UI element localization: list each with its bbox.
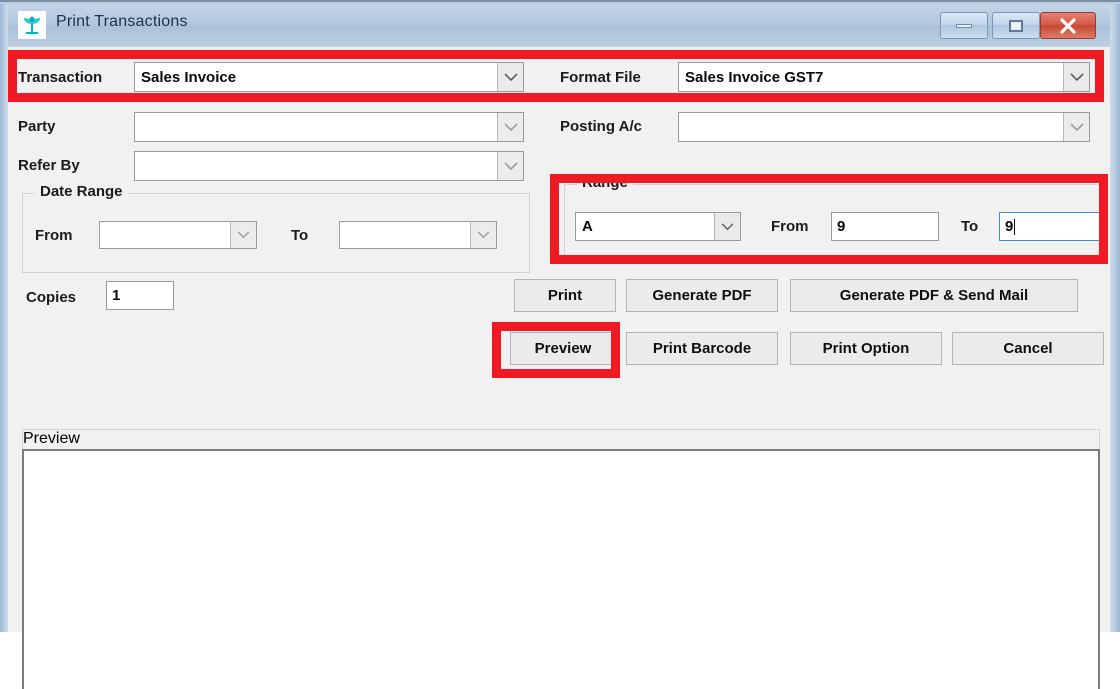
- chevron-down-icon[interactable]: [714, 213, 740, 240]
- date-range-to-label: To: [291, 227, 309, 244]
- range-series-value: A: [582, 218, 593, 235]
- format-file-combobox[interactable]: Sales Invoice GST7: [678, 62, 1090, 92]
- range-to-label: To: [961, 218, 979, 235]
- chevron-down-icon[interactable]: [1063, 113, 1089, 141]
- print-button-label: Print: [547, 287, 583, 304]
- minimize-icon: [956, 23, 972, 28]
- print-transactions-window: Print Transactions Transaction Sales Inv…: [0, 0, 1120, 689]
- text-caret: [1014, 218, 1016, 235]
- party-combobox[interactable]: [134, 112, 524, 142]
- print-barcode-button[interactable]: Print Barcode: [626, 332, 778, 365]
- chevron-down-icon[interactable]: [470, 222, 496, 248]
- copies-input[interactable]: 1: [106, 281, 174, 310]
- cancel-button[interactable]: Cancel: [952, 332, 1104, 365]
- date-range-from-label: From: [35, 227, 73, 244]
- format-file-value: Sales Invoice GST7: [685, 68, 824, 86]
- preview-surface[interactable]: [22, 449, 1100, 689]
- window-frame-left: [0, 4, 8, 632]
- range-groupbox: Range A From 9 To 9: [564, 174, 1107, 264]
- generate-pdf-button-label: Generate PDF: [652, 287, 752, 304]
- plant-sprout-icon: [18, 11, 46, 39]
- chevron-down-icon[interactable]: [497, 63, 523, 91]
- date-range-title: Date Range: [35, 183, 128, 200]
- print-option-button-label: Print Option: [822, 340, 910, 357]
- minimize-button[interactable]: [940, 12, 988, 39]
- range-title: Range: [577, 174, 633, 191]
- posting-ac-label: Posting A/c: [560, 118, 642, 135]
- range-to-input[interactable]: 9: [999, 212, 1107, 241]
- chevron-down-icon[interactable]: [230, 222, 256, 248]
- date-range-groupbox: Date Range From To: [22, 183, 530, 273]
- range-to-value: 9: [1005, 218, 1014, 235]
- range-from-input[interactable]: 9: [831, 212, 939, 241]
- refer-by-label: Refer By: [18, 157, 80, 174]
- copies-value: 1: [112, 287, 121, 304]
- refer-by-combobox[interactable]: [134, 151, 524, 181]
- generate-pdf-send-mail-button-label: Generate PDF & Send Mail: [839, 287, 1029, 304]
- chevron-down-icon[interactable]: [1063, 63, 1089, 91]
- preview-button-label: Preview: [534, 340, 592, 357]
- generate-pdf-send-mail-button[interactable]: Generate PDF & Send Mail: [790, 279, 1078, 312]
- date-range-to-combobox[interactable]: [339, 221, 497, 249]
- copies-label: Copies: [26, 289, 77, 306]
- preview-button[interactable]: Preview: [510, 332, 616, 365]
- cancel-button-label: Cancel: [1003, 340, 1053, 357]
- date-range-from-combobox[interactable]: [99, 221, 257, 249]
- close-button[interactable]: [1040, 12, 1096, 39]
- posting-ac-combobox[interactable]: [678, 112, 1090, 142]
- transaction-label: Transaction: [18, 69, 103, 86]
- print-button[interactable]: Print: [514, 279, 616, 312]
- party-label: Party: [18, 118, 56, 135]
- format-file-label: Format File: [560, 69, 641, 86]
- chevron-down-icon[interactable]: [497, 113, 523, 141]
- transaction-combobox[interactable]: Sales Invoice: [134, 62, 524, 92]
- range-from-value: 9: [837, 218, 846, 235]
- title-bar[interactable]: Print Transactions: [8, 4, 1110, 47]
- generate-pdf-button[interactable]: Generate PDF: [626, 279, 778, 312]
- print-barcode-button-label: Print Barcode: [652, 340, 752, 357]
- dialog-client-area: Transaction Sales Invoice Format File Sa…: [8, 47, 1110, 689]
- chevron-down-icon[interactable]: [497, 152, 523, 180]
- range-series-combobox[interactable]: A: [575, 212, 741, 241]
- preview-title: Preview: [23, 430, 80, 447]
- window-title: Print Transactions: [56, 13, 188, 30]
- print-option-button[interactable]: Print Option: [790, 332, 942, 365]
- maximize-icon: [1009, 19, 1023, 32]
- close-icon: [1060, 17, 1076, 34]
- transaction-value: Sales Invoice: [141, 68, 237, 86]
- range-from-label: From: [771, 218, 809, 235]
- maximize-button[interactable]: [992, 12, 1040, 39]
- window-frame-right: [1110, 4, 1120, 632]
